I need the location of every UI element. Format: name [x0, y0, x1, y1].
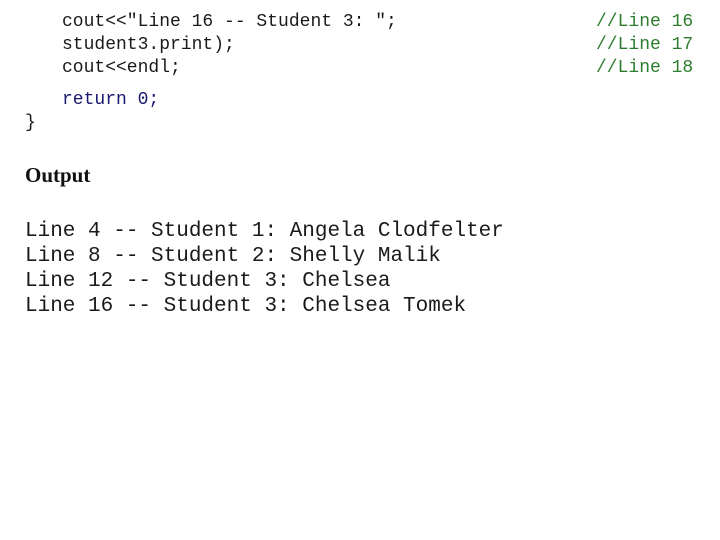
code-line: cout<<endl;	[62, 58, 181, 78]
code-line: student3.print);	[62, 35, 235, 55]
code-closing-brace: }	[25, 113, 36, 133]
code-line: cout<<"Line 16 -- Student 3: ";	[62, 12, 397, 32]
code-comment: //Line 17	[596, 35, 694, 55]
code-comment: //Line 18	[596, 58, 694, 78]
output-line: Line 8 -- Student 2: Shelly Malik	[25, 245, 441, 268]
output-heading: Output	[25, 163, 91, 187]
output-line: Line 16 -- Student 3: Chelsea Tomek	[25, 295, 467, 318]
code-line-return: return 0;	[62, 90, 160, 110]
code-comment: //Line 16	[596, 12, 694, 32]
output-line: Line 12 -- Student 3: Chelsea	[25, 270, 391, 293]
output-line: Line 4 -- Student 1: Angela Clodfelter	[25, 220, 504, 243]
